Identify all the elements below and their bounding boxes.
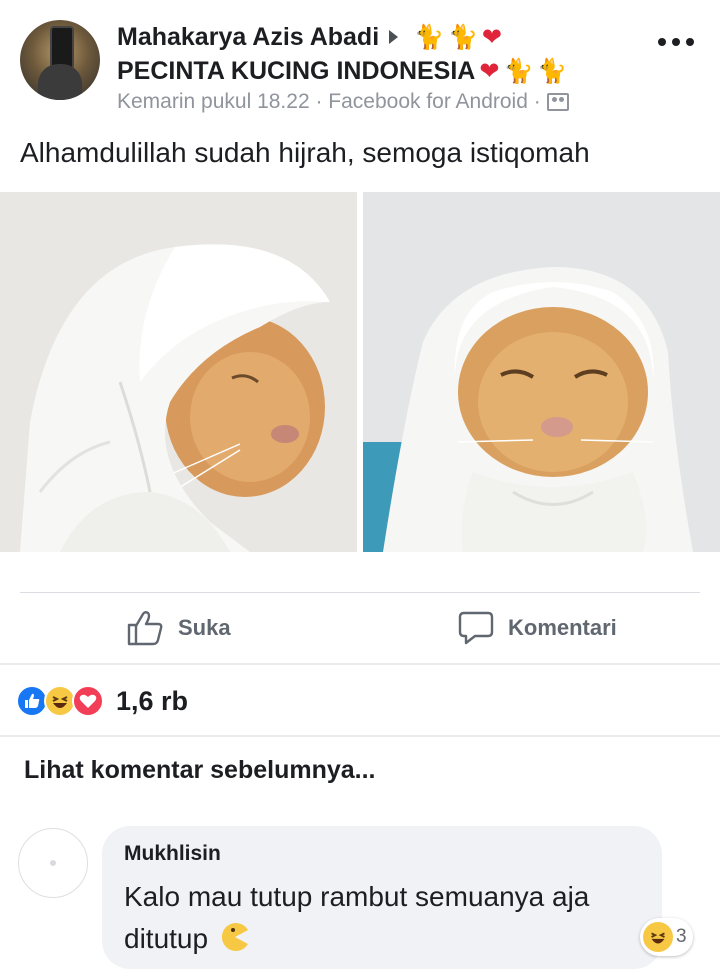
cat-icon: 🐈 [414,23,445,51]
view-previous-comments-link[interactable]: Lihat komentar sebelumnya... [24,756,376,785]
cat-photo-front [363,192,720,552]
love-reaction-icon [72,685,104,717]
header-line-group: PECINTA KUCING INDONESIA ❤ 🐈 🐈 [117,53,567,89]
dot-icon [686,38,694,46]
comment-button[interactable]: Komentari [458,606,617,650]
haha-reaction-icon [643,922,673,952]
reaction-count: 1,6 rb [116,685,189,716]
dot-icon [658,38,666,46]
red-heart-icon: ❤ [481,23,503,51]
group-name[interactable]: PECINTA KUCING INDONESIA [117,57,475,86]
pacman-face-icon [221,923,248,951]
divider [0,735,720,737]
dot-icon [672,38,680,46]
post-text: Alhamdulillah sudah hijrah, semoga istiq… [20,137,590,168]
reactions-summary[interactable]: 1,6 rb [16,682,188,720]
post-header: Mahakarya Azis Abadi 🐈 🐈 ❤ PECINTA KUCIN… [0,0,720,130]
avatar-person [38,64,82,100]
post-meta: Kemarin pukul 18.22 · Facebook for Andro… [117,90,569,114]
comment-bubble: Mukhlisin Kalo mau tutup rambut semuanya… [102,826,662,969]
comment-reaction-badge[interactable]: 3 [640,918,693,956]
cat-icon: 🐈 [448,23,478,51]
cat-photo-side [0,192,357,552]
author-avatar[interactable] [20,20,100,100]
more-options-button[interactable] [658,38,694,50]
commenter-avatar[interactable] [18,828,88,898]
post-timestamp[interactable]: Kemarin pukul 18.22 · Facebook for Andro… [117,90,541,114]
comment-author[interactable]: Mukhlisin [124,842,221,866]
post-photo-left[interactable] [0,192,357,552]
divider [20,592,700,593]
like-button[interactable]: Suka [126,606,231,650]
post-photo-right[interactable] [363,192,720,552]
comment-text-body: Kalo mau tutup rambut semuanya aja ditut… [124,881,590,954]
comment-bubble-icon [458,611,494,645]
comment-label: Komentari [508,615,617,640]
divider [0,663,720,665]
comment-reaction-count: 3 [676,926,687,947]
cat-icon: 🐈 [537,57,568,85]
comment-text: Kalo mau tutup rambut semuanya aja ditut… [124,876,634,960]
group-members-icon [546,93,569,111]
header-line-author: Mahakarya Azis Abadi 🐈 🐈 ❤ [117,20,502,54]
author-name[interactable]: Mahakarya Azis Abadi [117,23,379,52]
thumbs-up-icon [127,611,163,646]
cat-icon: 🐈 [503,57,534,85]
caret-right-icon [389,30,399,44]
like-label: Suka [178,615,231,640]
red-heart-icon: ❤ [479,57,500,85]
